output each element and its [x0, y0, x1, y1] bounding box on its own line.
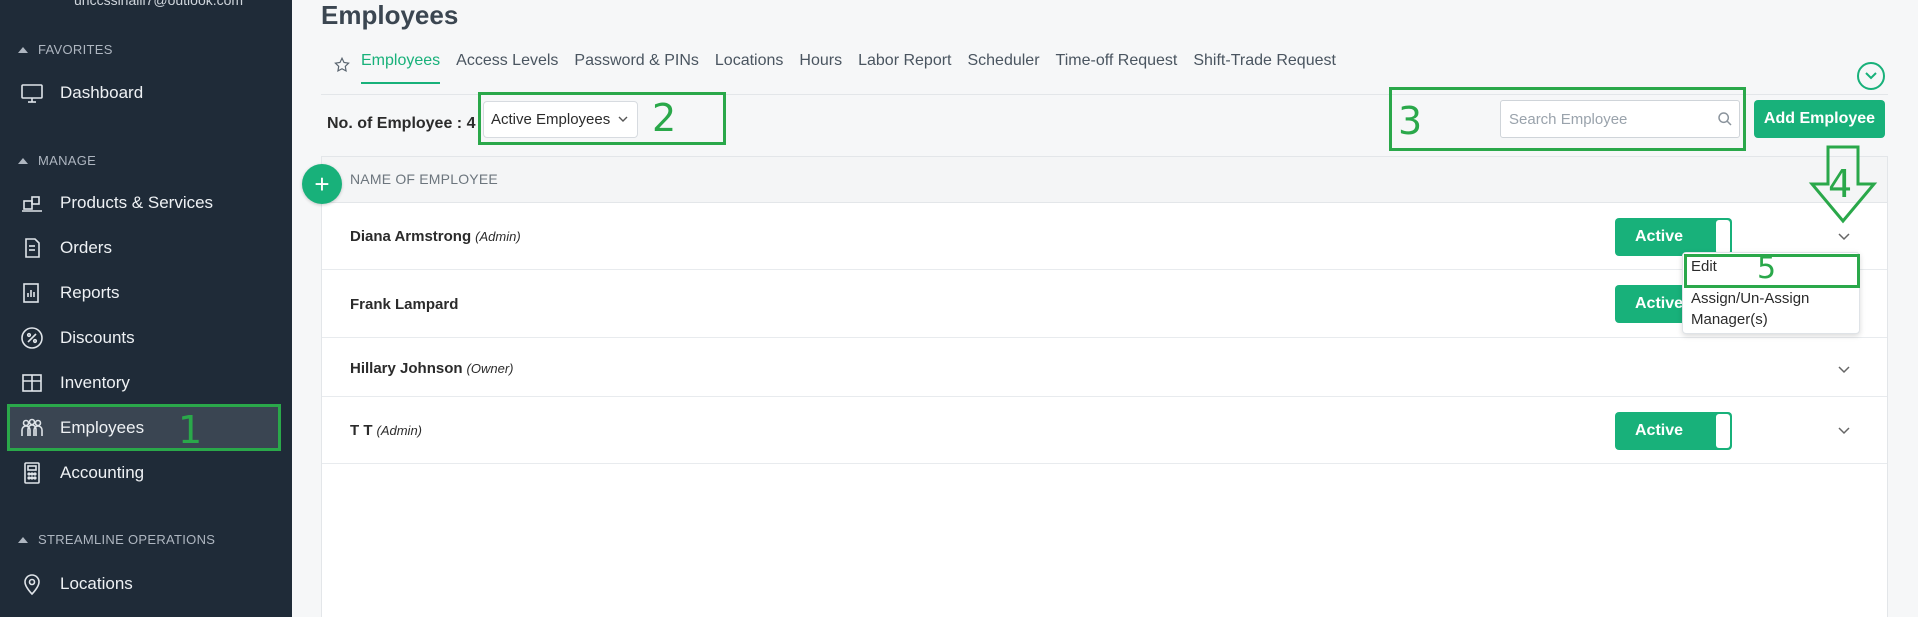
sidebar-item-label: Discounts — [60, 328, 135, 347]
table-row: T T (Admin) Active — [322, 398, 1887, 464]
table-row: Frank Lampard Active — [322, 271, 1887, 338]
annotation-label-5: 5 — [1757, 251, 1777, 286]
plus-icon: + — [314, 168, 330, 199]
table-row: Hillary Johnson (Owner) — [322, 339, 1887, 397]
chevron-down-icon[interactable] — [1837, 365, 1851, 374]
annotation-label-1: 1 — [178, 408, 203, 452]
column-header-name: NAME OF EMPLOYEE — [350, 171, 498, 187]
menu-item-assign-manager[interactable]: Assign/Un-Assign Manager(s) — [1691, 288, 1841, 330]
status-label: Active — [1635, 228, 1684, 245]
annotation-box-3 — [1389, 87, 1746, 151]
status-toggle[interactable]: Active — [1615, 412, 1732, 450]
employee-name-cell[interactable]: Hillary Johnson (Owner) — [350, 360, 513, 377]
section-label: FAVORITES — [38, 42, 113, 57]
sidebar-item-inventory[interactable]: Inventory — [8, 361, 280, 405]
employee-name-cell[interactable]: T T (Admin) — [350, 422, 422, 439]
table-row: Diana Armstrong (Admin) Active — [322, 204, 1887, 270]
section-manage[interactable]: MANAGE — [18, 153, 96, 168]
employee-role: (Admin) — [376, 423, 423, 438]
employee-count: No. of Employee : 4 — [327, 115, 476, 132]
sidebar-item-accounting[interactable]: Accounting — [8, 451, 280, 495]
collapse-caret-icon — [18, 157, 28, 164]
tab-employees[interactable]: Employees — [361, 52, 441, 84]
employee-role: (Admin) — [475, 229, 521, 244]
products-icon — [20, 191, 44, 215]
tab-shift-trade-request[interactable]: Shift-Trade Request — [1193, 52, 1336, 82]
add-employee-button[interactable]: Add Employee — [1754, 100, 1885, 138]
employee-name: Hillary Johnson — [350, 360, 463, 377]
inventory-icon — [20, 371, 44, 395]
tab-hours[interactable]: Hours — [799, 52, 842, 82]
tab-bar: Employees Access Levels Password & PINs … — [333, 52, 1336, 94]
sidebar-item-dashboard[interactable]: Dashboard — [8, 71, 280, 115]
section-favorites[interactable]: FAVORITES — [18, 42, 113, 57]
annotation-box-1 — [7, 404, 281, 451]
status-label: Active — [1635, 295, 1684, 312]
reports-icon — [20, 281, 44, 305]
tab-labor-report[interactable]: Labor Report — [858, 52, 951, 82]
collapse-caret-icon — [18, 536, 28, 543]
section-streamline-operations[interactable]: STREAMLINE OPERATIONS — [18, 532, 215, 547]
tab-password-pins[interactable]: Password & PINs — [574, 52, 698, 82]
sidebar-item-label: Accounting — [60, 463, 145, 482]
status-toggle[interactable]: Active — [1615, 218, 1732, 256]
star-icon[interactable] — [333, 56, 351, 74]
chevron-down-icon[interactable] — [1837, 426, 1851, 435]
status-label: Active — [1635, 422, 1684, 439]
sidebar-item-label: Locations — [60, 574, 133, 593]
monitor-icon — [20, 81, 44, 105]
sidebar-item-discounts[interactable]: Discounts — [8, 316, 280, 360]
sidebar-item-locations[interactable]: Locations — [8, 562, 280, 606]
calculator-icon — [20, 461, 44, 485]
page-title: Employees — [321, 0, 459, 30]
add-row-button[interactable]: + — [302, 164, 342, 204]
employee-table: NAME OF EMPLOYEE Diana Armstrong (Admin) … — [321, 156, 1888, 617]
orders-icon — [20, 236, 44, 260]
employee-name: Frank Lampard — [350, 296, 459, 313]
sidebar-item-reports[interactable]: Reports — [8, 271, 280, 315]
chevron-down-icon — [1865, 72, 1877, 80]
employee-role: (Owner) — [466, 361, 514, 376]
sidebar: unccssinalli7@outlook.com FAVORITES Dash… — [0, 0, 292, 617]
employee-name-cell[interactable]: Frank Lampard — [350, 296, 458, 313]
employee-name: Diana Armstrong — [350, 228, 472, 245]
sidebar-item-orders[interactable]: Orders — [8, 226, 280, 270]
tab-scheduler[interactable]: Scheduler — [967, 52, 1039, 82]
sidebar-item-label: Inventory — [60, 373, 130, 392]
location-pin-icon — [20, 572, 44, 596]
sidebar-item-label: Products & Services — [60, 193, 214, 212]
toggle-knob — [1716, 220, 1730, 254]
expand-tabs-button[interactable] — [1857, 62, 1885, 90]
sidebar-item-products-services[interactable]: Products & Services — [8, 181, 280, 225]
employee-name: T T — [350, 422, 373, 439]
tab-time-off-request[interactable]: Time-off Request — [1056, 52, 1178, 82]
sidebar-item-label: Reports — [60, 283, 120, 302]
collapse-caret-icon — [18, 46, 28, 53]
tab-access-levels[interactable]: Access Levels — [456, 52, 558, 82]
section-label: STREAMLINE OPERATIONS — [38, 532, 216, 547]
account-email: unccssinalli7@outlook.com — [74, 0, 244, 8]
toggle-knob — [1716, 414, 1730, 448]
table-header: NAME OF EMPLOYEE — [322, 157, 1887, 203]
percent-icon — [20, 326, 44, 350]
sidebar-item-label: Orders — [60, 238, 112, 257]
sidebar-item-label: Dashboard — [60, 83, 144, 102]
section-label: MANAGE — [38, 153, 97, 168]
employee-name-cell[interactable]: Diana Armstrong (Admin) — [350, 228, 521, 245]
chevron-down-icon[interactable] — [1837, 232, 1851, 241]
annotation-label-4: 4 — [1828, 162, 1853, 206]
annotation-label-2: 2 — [652, 96, 677, 140]
annotation-box-2 — [478, 92, 726, 145]
annotation-label-3: 3 — [1398, 99, 1423, 143]
tab-locations[interactable]: Locations — [715, 52, 784, 82]
